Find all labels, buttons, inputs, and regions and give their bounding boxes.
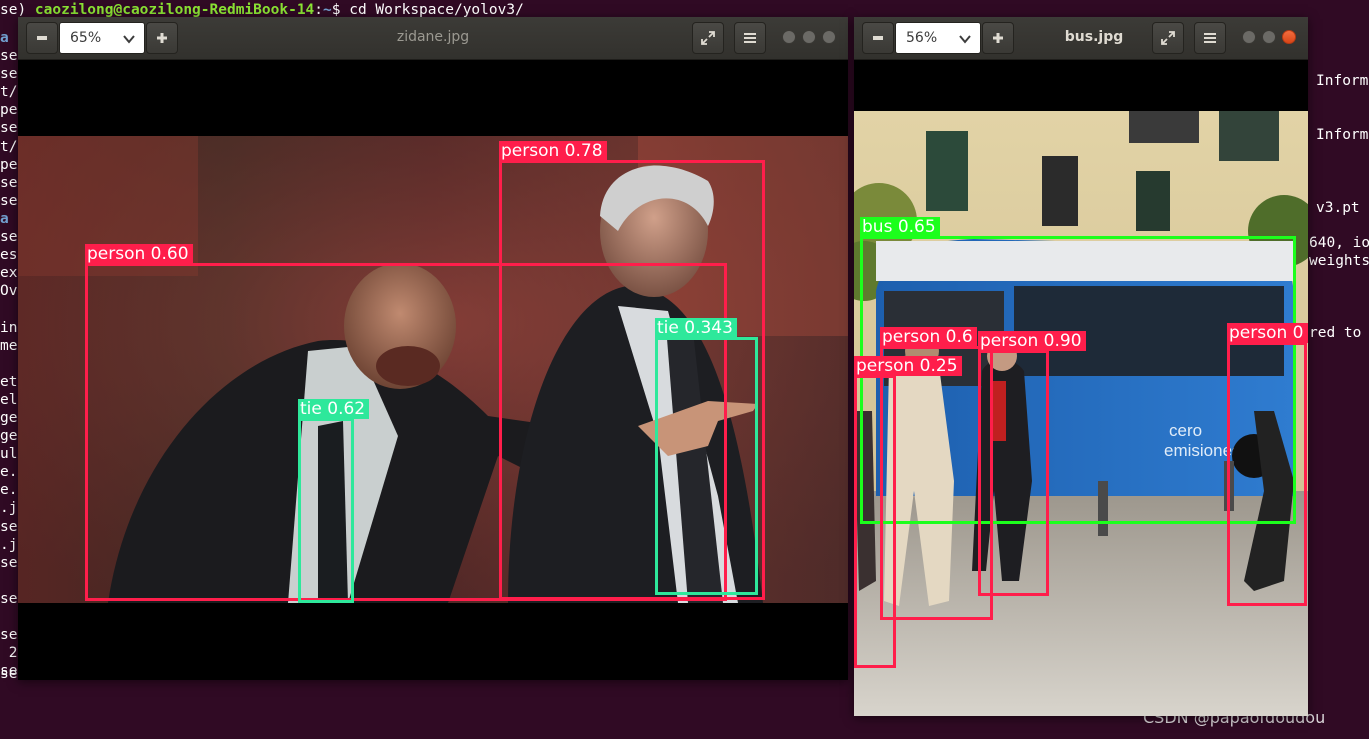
prompt-user: caozilong@caozilong-RedmiBook-14	[34, 2, 315, 18]
terminal-fragment	[0, 572, 20, 590]
fullscreen-button[interactable]	[1152, 22, 1184, 54]
image-canvas[interactable]: person 0.78 person 0.60 tie 0.343 tie 0.62	[18, 60, 848, 680]
zoom-out-button[interactable]	[862, 22, 894, 54]
detection-label: tie 0.62	[298, 399, 370, 419]
detection-box-person	[85, 263, 727, 601]
terminal-fragment: e.	[0, 482, 18, 499]
terminal-fragment: Inform	[1316, 127, 1369, 143]
detection-label: bus 0.65	[860, 217, 940, 237]
terminal-fragment: se	[0, 66, 18, 83]
terminal-fragment: in	[0, 319, 18, 336]
minus-icon	[873, 36, 883, 40]
terminal-fragment: t/	[0, 138, 18, 155]
terminal-fragment: el	[0, 391, 18, 408]
terminal-fragment: Ov	[0, 283, 18, 300]
terminal-fragment: ex	[0, 265, 18, 282]
minimize-window-button[interactable]	[1242, 30, 1256, 44]
terminal-fragment: Inform	[1316, 73, 1369, 89]
image-viewer-window-zidane[interactable]: 65% zidane.jpg person 0.78 person 0.60 t…	[18, 17, 848, 680]
image-canvas[interactable]: cero emisiones bus 0.65 person 0.6 person …	[854, 60, 1308, 716]
expand-icon	[701, 31, 715, 45]
terminal-fragment: a	[0, 30, 9, 46]
terminal-fragment: se	[0, 192, 18, 209]
terminal-fragment: .j	[0, 500, 18, 517]
terminal-fragment: ge	[0, 428, 18, 445]
terminal-fragment: se	[0, 174, 18, 191]
plus-icon	[157, 33, 167, 43]
prompt-path: ~	[323, 2, 332, 18]
terminal-fragment: e.	[0, 464, 18, 481]
terminal-fragment	[0, 608, 20, 626]
terminal-fragment: .j	[0, 536, 18, 553]
detection-label: person 0.78	[499, 141, 607, 161]
terminal-fragment: se	[0, 229, 18, 246]
fullscreen-button[interactable]	[692, 22, 724, 54]
hamburger-icon	[744, 33, 756, 43]
terminal-fragment: se	[0, 627, 18, 644]
detection-box-person	[1227, 342, 1307, 606]
image-viewer-window-bus[interactable]: 56% bus.jpg cero emisiones bus 0.65 pers…	[854, 17, 1308, 716]
plus-icon	[993, 33, 1003, 43]
terminal-fragment: me	[0, 337, 18, 354]
minimize-window-button[interactable]	[782, 30, 796, 44]
chevron-down-icon	[123, 35, 135, 44]
terminal-fragment: se	[0, 554, 18, 571]
terminal-fragment: se	[0, 590, 18, 607]
zoom-in-button[interactable]	[146, 22, 178, 54]
terminal-fragment: pe	[0, 102, 18, 119]
detection-label: tie 0.343	[655, 318, 737, 338]
terminal-fragment: es	[0, 247, 18, 264]
detection-box-tie	[298, 418, 354, 603]
window-title: zidane.jpg	[396, 29, 470, 45]
close-window-button[interactable]	[1282, 30, 1296, 44]
detection-label: person 0.90	[978, 331, 1086, 351]
detection-label: person 0	[1227, 323, 1308, 343]
terminal-fragment	[0, 355, 20, 373]
terminal-fragment: se	[0, 120, 18, 137]
terminal-fragment: se	[0, 518, 18, 535]
terminal-fragment: v3.pt	[1316, 200, 1360, 216]
menu-button[interactable]	[1194, 22, 1226, 54]
detection-label: person 0.25	[854, 356, 962, 376]
detection-box-person	[880, 346, 993, 620]
terminal-fragment: pe	[0, 156, 18, 173]
terminal-fragment: et	[0, 373, 18, 390]
zoom-in-button[interactable]	[982, 22, 1014, 54]
detection-box-person	[854, 375, 896, 668]
terminal-fragment: se	[0, 48, 18, 65]
detection-label: person 0.6	[880, 327, 977, 347]
zoom-select[interactable]: 65%	[59, 22, 145, 54]
minus-icon	[37, 36, 47, 40]
terminal-fragment: t/	[0, 84, 18, 101]
zoom-out-button[interactable]	[26, 22, 58, 54]
terminal-fragment: ge	[0, 409, 18, 426]
terminal-command: cd Workspace/yolov3/	[349, 2, 524, 18]
menu-button[interactable]	[734, 22, 766, 54]
titlebar[interactable]: 65% zidane.jpg	[18, 17, 848, 60]
window-title: bus.jpg	[1064, 29, 1124, 45]
zoom-select[interactable]: 56%	[895, 22, 981, 54]
terminal-fragment: a	[0, 210, 9, 227]
terminal-fragment: ul	[0, 446, 18, 463]
terminal-fragment: weights	[1309, 253, 1369, 269]
terminal-left-fragments: a se se t/pe se t/pe se se a se es ex Ov in me et el ge ge…	[0, 29, 20, 680]
terminal-fragment: red to	[1309, 325, 1362, 341]
terminal-fragment: 2	[0, 645, 18, 662]
detection-box-person	[978, 350, 1049, 596]
chevron-down-icon	[959, 35, 971, 44]
terminal-fragment: 640, io	[1309, 235, 1369, 251]
maximize-window-button[interactable]	[1262, 30, 1276, 44]
detection-box-tie	[655, 337, 758, 595]
titlebar[interactable]: 56% bus.jpg	[854, 17, 1308, 60]
terminal-fragment	[0, 300, 20, 318]
expand-icon	[1161, 31, 1175, 45]
hamburger-icon	[1204, 33, 1216, 43]
maximize-window-button[interactable]	[802, 30, 816, 44]
close-window-button[interactable]	[822, 30, 836, 44]
detection-label: person 0.60	[85, 244, 193, 264]
